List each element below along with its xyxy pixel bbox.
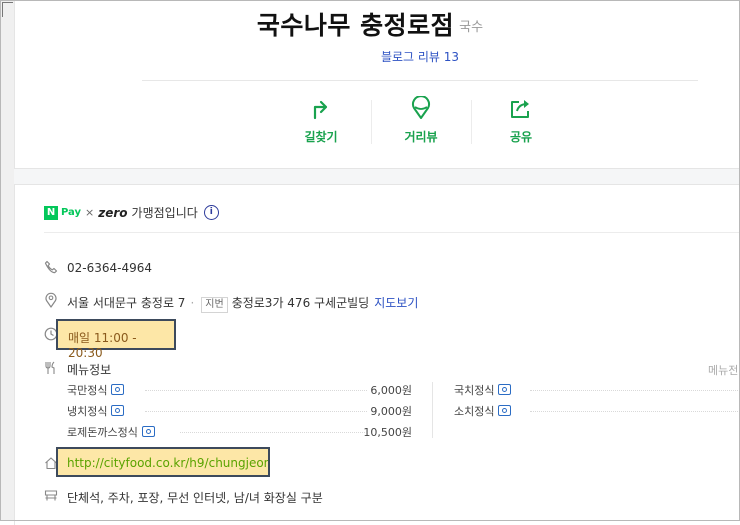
screenshot-border — [0, 0, 740, 521]
